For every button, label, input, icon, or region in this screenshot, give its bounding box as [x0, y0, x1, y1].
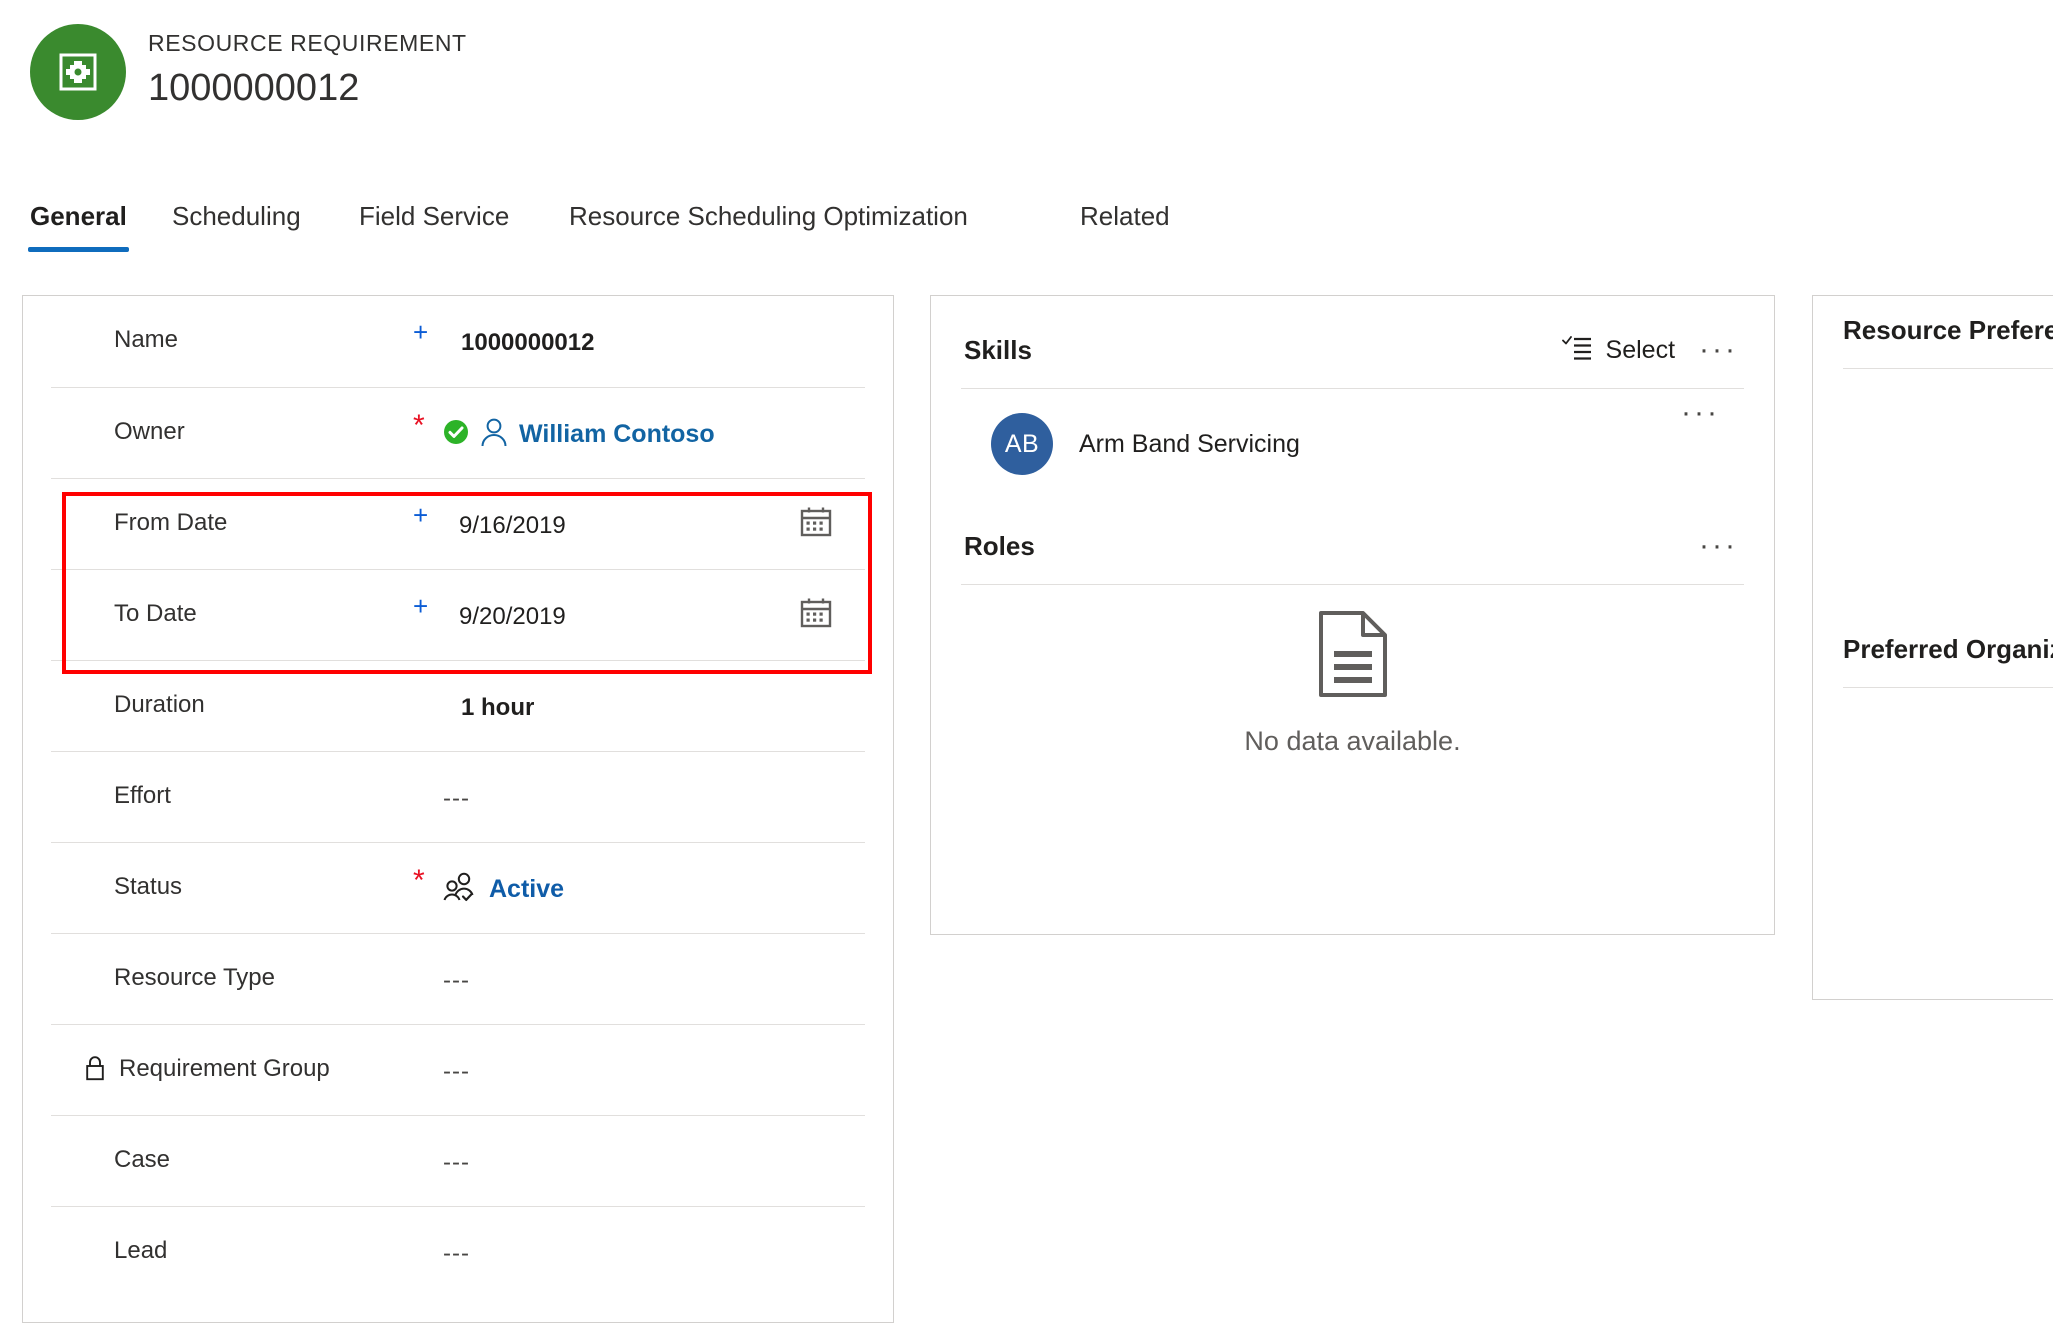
preferred-organization-title: Preferred Organiz — [1843, 634, 2053, 664]
status-link[interactable]: Active — [489, 872, 564, 906]
field-label-duration: Duration — [114, 691, 205, 718]
field-label-resource-type: Resource Type — [114, 964, 275, 991]
resource-preferences-card: Resource Preferen Preferred Organiz — [1812, 295, 2053, 1000]
tab-resource-scheduling-optimization[interactable]: Resource Scheduling Optimization — [567, 196, 970, 236]
form-row-case: Case --- — [51, 1115, 865, 1206]
resource-requirement-icon — [30, 24, 126, 120]
preferred-organization-divider — [1843, 687, 2053, 688]
tab-scheduling-label: Scheduling — [172, 201, 301, 231]
tab-scheduling[interactable]: Scheduling — [170, 196, 303, 236]
required-plus-marker: + — [413, 591, 429, 621]
tab-related[interactable]: Related — [1078, 196, 1172, 236]
form-row-resource-type: Resource Type --- — [51, 933, 865, 1024]
field-label-case: Case — [114, 1146, 171, 1173]
tab-active-indicator — [28, 247, 129, 252]
required-star-marker: * — [413, 864, 425, 897]
roles-divider — [961, 584, 1744, 585]
form-row-effort: Effort --- — [51, 751, 865, 842]
tab-field-service[interactable]: Field Service — [357, 196, 511, 236]
field-value-status[interactable]: Active — [443, 869, 564, 909]
roles-header-actions: ··· — [1693, 524, 1744, 568]
tab-related-label: Related — [1080, 201, 1170, 231]
form-row-name: Name + 1000000012 — [51, 296, 865, 387]
avatar: AB — [991, 413, 1053, 475]
person-icon — [479, 416, 509, 453]
field-label-status: Status — [114, 873, 183, 900]
record-header: RESOURCE REQUIREMENT 1000000012 — [0, 0, 2053, 150]
field-value-resource-type[interactable]: --- — [443, 964, 470, 998]
form-row-requirement-group: Requirement Group --- — [51, 1024, 865, 1115]
form-row-to-date: To Date + 9/20/2019 — [51, 569, 865, 660]
document-icon — [1315, 610, 1391, 698]
roles-section: Roles ··· No data available. — [931, 514, 1774, 756]
required-plus-marker: + — [413, 317, 429, 347]
skill-row-overflow-menu-button[interactable]: ··· — [1675, 398, 1726, 428]
skills-overflow-menu-button[interactable]: ··· — [1693, 335, 1744, 365]
preferred-organization-header: Preferred Organiz — [1843, 615, 2053, 687]
field-value-from-date[interactable]: 9/16/2019 — [459, 509, 566, 543]
general-form-body: Name + 1000000012 Owner * William Contos… — [23, 296, 893, 1297]
tab-field-service-label: Field Service — [359, 201, 510, 231]
tab-bar: General Scheduling Field Service Resourc… — [0, 196, 2053, 266]
resource-preferences-title: Resource Preferen — [1843, 315, 2053, 345]
header-text-block: RESOURCE REQUIREMENT 1000000012 — [148, 26, 467, 114]
calendar-icon[interactable] — [799, 596, 833, 630]
field-value-duration[interactable]: 1 hour — [461, 691, 534, 725]
resource-preferences-header: Resource Preferen — [1843, 296, 2053, 368]
list-item[interactable]: AB Arm Band Servicing ··· — [961, 389, 1744, 499]
field-label-name: Name — [114, 326, 179, 353]
field-value-owner[interactable]: William Contoso — [443, 414, 715, 454]
roles-section-header: Roles ··· — [961, 514, 1744, 584]
required-star-marker: * — [413, 409, 425, 442]
verified-check-icon — [443, 419, 469, 450]
form-row-duration: Duration 1 hour — [51, 660, 865, 751]
field-value-name[interactable]: 1000000012 — [461, 326, 594, 360]
roles-empty-text: No data available. — [1244, 726, 1461, 756]
form-row-status: Status * Active — [51, 842, 865, 933]
select-button-label: Select — [1605, 336, 1676, 364]
field-value-lead[interactable]: --- — [443, 1237, 470, 1271]
page-title: 1000000012 — [148, 67, 360, 109]
checklist-icon — [1561, 334, 1592, 367]
select-button[interactable]: Select — [1561, 333, 1676, 367]
general-form-card: Name + 1000000012 Owner * William Contos… — [22, 295, 894, 1323]
resource-preferences-divider — [1843, 368, 2053, 369]
owner-link[interactable]: William Contoso — [519, 417, 715, 451]
people-check-icon — [443, 871, 479, 908]
field-label-lead: Lead — [114, 1237, 168, 1264]
tab-rso-label: Resource Scheduling Optimization — [569, 201, 968, 231]
roles-overflow-menu-button[interactable]: ··· — [1693, 531, 1744, 561]
roles-empty-state: No data available. — [931, 610, 1774, 758]
field-label-owner: Owner — [114, 418, 185, 445]
lock-icon — [84, 1055, 106, 1081]
required-plus-marker: + — [413, 500, 429, 530]
skills-section-header: Skills Select ··· — [961, 318, 1744, 388]
form-row-owner: Owner * William Contoso — [51, 387, 865, 478]
tab-general[interactable]: General — [28, 196, 129, 252]
field-value-effort[interactable]: --- — [443, 782, 470, 816]
skills-and-roles-card: Skills Select ··· AB Arm Band Servicing … — [930, 295, 1775, 935]
field-value-case[interactable]: --- — [443, 1146, 470, 1180]
skills-title: Skills — [964, 335, 1032, 365]
roles-title: Roles — [964, 531, 1035, 561]
field-value-requirement-group: --- — [443, 1058, 470, 1085]
skill-name: Arm Band Servicing — [1079, 430, 1300, 458]
form-row-lead: Lead --- — [51, 1206, 865, 1297]
field-label-to-date: To Date — [114, 600, 197, 627]
field-label-from-date: From Date — [114, 509, 228, 536]
skills-section: Skills Select ··· AB Arm Band Servicing … — [931, 318, 1774, 499]
field-label-requirement-group: Requirement Group — [119, 1055, 330, 1082]
form-row-from-date: From Date + 9/16/2019 — [51, 478, 865, 569]
skills-header-actions: Select ··· — [1561, 328, 1744, 372]
tab-general-label: General — [30, 201, 127, 231]
entity-type-label: RESOURCE REQUIREMENT — [148, 30, 467, 56]
field-label-effort: Effort — [114, 782, 171, 809]
field-value-to-date[interactable]: 9/20/2019 — [459, 600, 566, 634]
calendar-icon[interactable] — [799, 505, 833, 539]
